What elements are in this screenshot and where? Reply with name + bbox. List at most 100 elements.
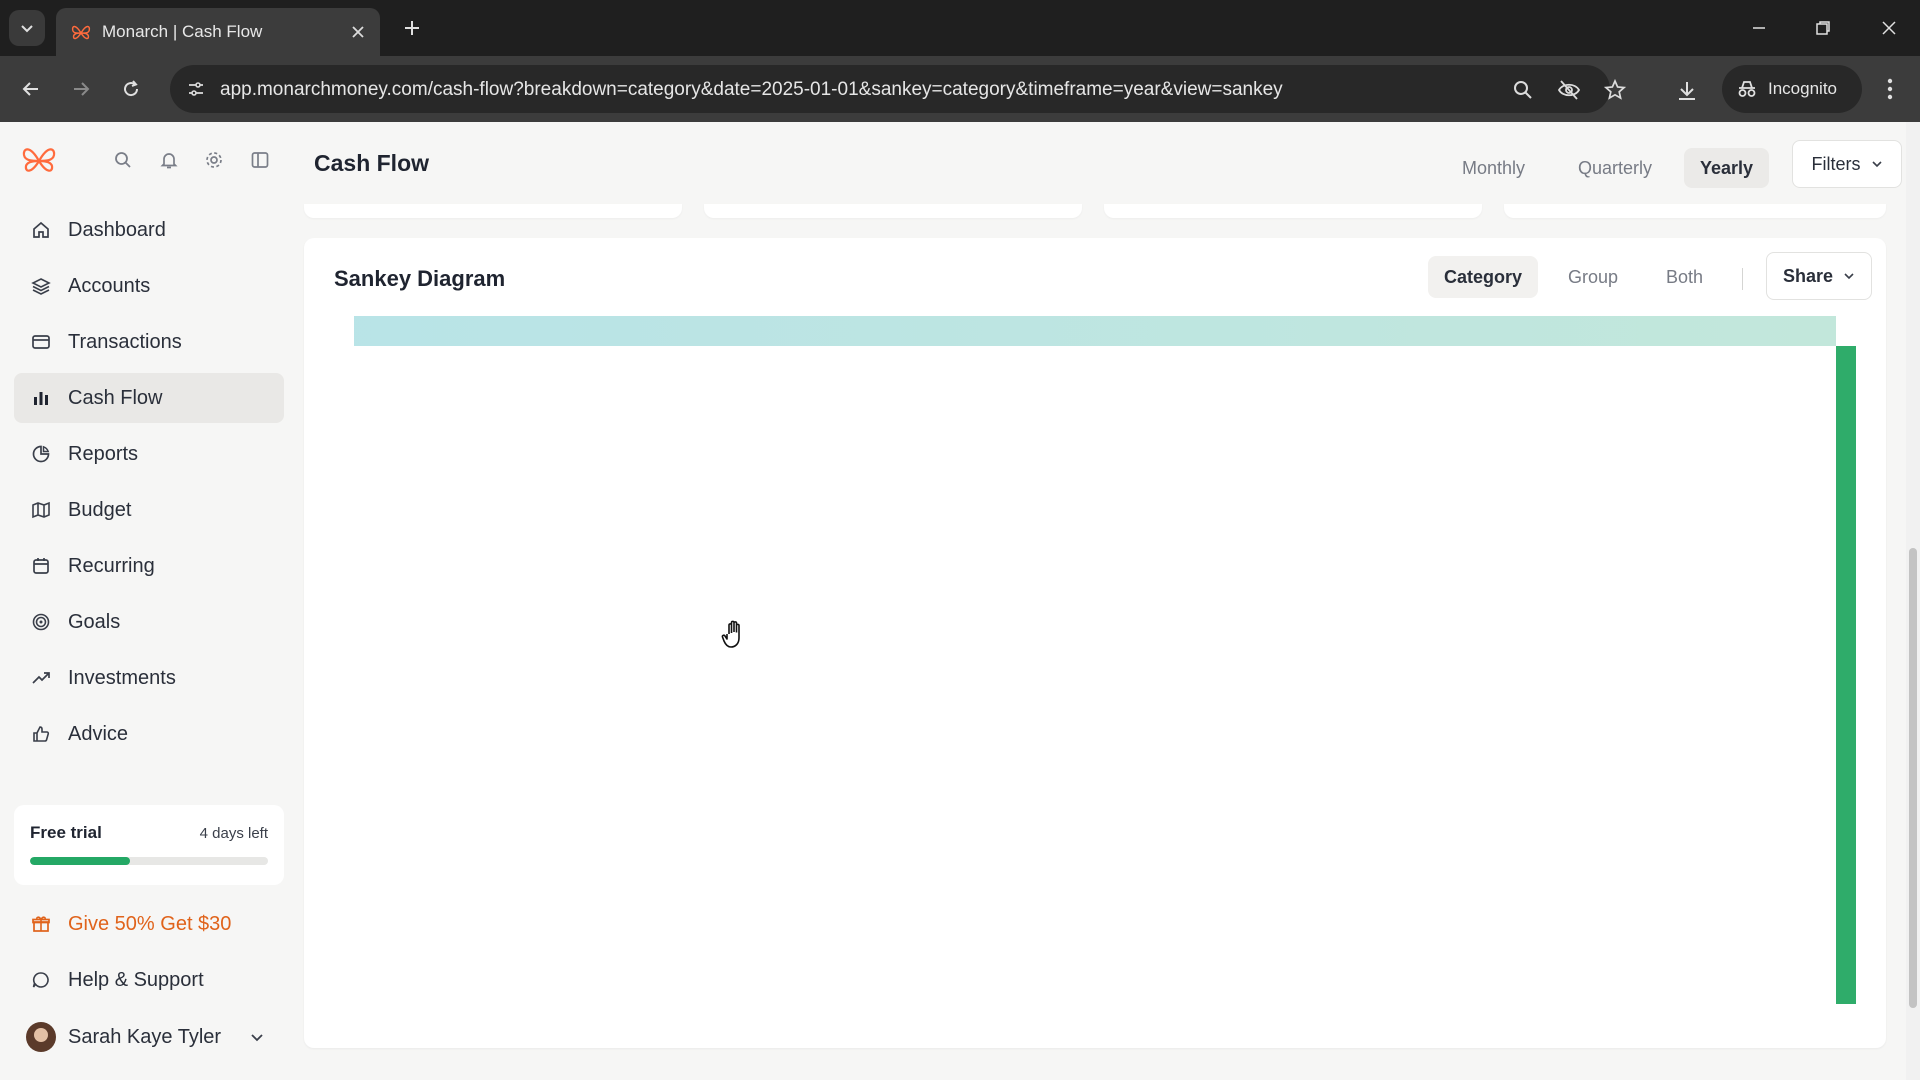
summary-card-3 bbox=[1104, 204, 1482, 218]
monarch-logo-icon[interactable] bbox=[20, 142, 58, 180]
grab-cursor-icon bbox=[721, 620, 740, 648]
search-button[interactable] bbox=[111, 148, 135, 172]
sidebar-toggle-icon bbox=[251, 152, 269, 168]
incognito-indicator[interactable]: Incognito bbox=[1722, 65, 1862, 113]
sidebar-item-transactions[interactable]: Transactions bbox=[14, 317, 284, 367]
segment-divider bbox=[1742, 268, 1743, 290]
bell-icon bbox=[160, 153, 178, 169]
sidebar-item-label: Reports bbox=[68, 442, 139, 465]
sankey-card: Sankey Diagram Category Group Both Share bbox=[304, 238, 1886, 1048]
chevron-down-icon bbox=[1844, 273, 1854, 280]
period-monthly-button[interactable]: Monthly bbox=[1446, 148, 1541, 188]
arrow-left-icon bbox=[22, 82, 38, 96]
site-info-button[interactable] bbox=[184, 77, 208, 101]
sidebar-item-recurring[interactable]: Recurring bbox=[14, 541, 284, 591]
map-icon bbox=[30, 499, 52, 521]
sidebar-item-investments[interactable]: Investments bbox=[14, 653, 284, 703]
reload-button[interactable] bbox=[114, 72, 148, 106]
summary-card-2 bbox=[704, 204, 1082, 218]
filters-button[interactable]: Filters bbox=[1792, 140, 1902, 188]
sankey-diagram[interactable] bbox=[304, 316, 1886, 1036]
eye-off-icon bbox=[1557, 80, 1581, 100]
restore-icon bbox=[1816, 21, 1830, 35]
restore-button[interactable] bbox=[1808, 14, 1838, 42]
downloads-button[interactable] bbox=[1674, 78, 1700, 104]
browser-tab-active[interactable]: Monarch | Cash Flow bbox=[56, 8, 380, 56]
bookmark-button[interactable] bbox=[1602, 77, 1628, 103]
user-menu[interactable]: Sarah Kaye Tyler bbox=[14, 1010, 284, 1064]
back-button[interactable] bbox=[14, 72, 48, 106]
sankey-title: Sankey Diagram bbox=[334, 266, 506, 291]
browser-menu-button[interactable] bbox=[1876, 74, 1904, 104]
plus-icon bbox=[405, 21, 419, 35]
summary-card-1 bbox=[304, 204, 682, 218]
chevron-down-icon bbox=[21, 25, 33, 33]
zoom-button[interactable] bbox=[1510, 77, 1536, 103]
summary-card-4 bbox=[1504, 204, 1886, 218]
sidebar-item-advice[interactable]: Advice bbox=[14, 709, 284, 759]
gear-icon bbox=[206, 152, 222, 168]
close-icon bbox=[352, 26, 364, 38]
referral-link[interactable]: Give 50% Get $30 bbox=[14, 900, 284, 948]
chevron-down-icon bbox=[1871, 161, 1882, 168]
sidebar-item-budget[interactable]: Budget bbox=[14, 485, 284, 535]
minimize-button[interactable] bbox=[1744, 14, 1774, 42]
sankey-mode-group-button[interactable]: Group bbox=[1552, 256, 1634, 298]
close-icon bbox=[1882, 21, 1896, 35]
sidebar-item-label: Advice bbox=[68, 722, 129, 745]
sankey-node[interactable] bbox=[1836, 346, 1856, 1004]
tracking-protection-button[interactable] bbox=[1556, 77, 1582, 103]
sidebar-nav: Dashboard Accounts Transactions Cash Flo… bbox=[14, 205, 284, 765]
pie-chart-icon bbox=[30, 443, 52, 465]
settings-button[interactable] bbox=[202, 148, 226, 172]
arrow-right-icon bbox=[74, 82, 90, 96]
help-support-link[interactable]: Help & Support bbox=[14, 956, 284, 1004]
tab-title: Monarch | Cash Flow bbox=[102, 22, 263, 41]
sidebar-item-dashboard[interactable]: Dashboard bbox=[14, 205, 284, 255]
thumbs-up-icon bbox=[30, 723, 52, 745]
scrollbar-thumb[interactable] bbox=[1909, 548, 1917, 1008]
trial-progress-bar bbox=[30, 857, 268, 865]
sankey-mode-both-button[interactable]: Both bbox=[1650, 256, 1719, 298]
sidebar-item-goals[interactable]: Goals bbox=[14, 597, 284, 647]
share-button[interactable]: Share bbox=[1766, 252, 1872, 300]
tab-search-button[interactable] bbox=[9, 10, 45, 46]
chat-bubble-icon bbox=[30, 969, 52, 991]
page-title: Cash Flow bbox=[314, 150, 430, 176]
sidebar-item-label: Investments bbox=[68, 666, 176, 689]
target-icon bbox=[30, 611, 52, 633]
notifications-button[interactable] bbox=[157, 148, 181, 172]
address-bar[interactable]: app.monarchmoney.com/cash-flow?breakdown… bbox=[170, 65, 1626, 113]
close-window-button[interactable] bbox=[1874, 14, 1904, 42]
sidebar-item-accounts[interactable]: Accounts bbox=[14, 261, 284, 311]
avatar bbox=[26, 1022, 56, 1052]
tab-close-button[interactable] bbox=[346, 20, 370, 44]
calendar-icon bbox=[30, 555, 52, 577]
layers-icon bbox=[30, 275, 52, 297]
collapse-sidebar-button[interactable] bbox=[248, 148, 272, 172]
share-label: Share bbox=[1782, 265, 1834, 286]
search-icon bbox=[115, 152, 131, 168]
sidebar-item-label: Goals bbox=[68, 610, 121, 633]
period-quarterly-button[interactable]: Quarterly bbox=[1562, 148, 1668, 188]
sankey-mode-category-button[interactable]: Category bbox=[1428, 256, 1539, 298]
credit-card-icon bbox=[30, 331, 52, 353]
sankey-flow-link[interactable] bbox=[354, 316, 1836, 346]
gift-icon bbox=[30, 913, 52, 935]
minimize-icon bbox=[1753, 27, 1765, 29]
filters-label: Filters bbox=[1811, 153, 1861, 174]
trial-days-left: 4 days left bbox=[199, 825, 268, 842]
page-scrollbar[interactable] bbox=[1906, 122, 1920, 1080]
new-tab-button[interactable] bbox=[396, 12, 428, 44]
download-icon bbox=[1679, 82, 1695, 100]
trial-title: Free trial bbox=[30, 823, 102, 842]
free-trial-card[interactable]: Free trial 4 days left bbox=[14, 805, 284, 885]
reload-icon bbox=[124, 80, 139, 97]
period-yearly-button[interactable]: Yearly bbox=[1684, 148, 1770, 188]
sidebar: Dashboard Accounts Transactions Cash Flo… bbox=[0, 122, 300, 1080]
chevron-down-icon bbox=[248, 1028, 266, 1046]
sidebar-item-cash-flow[interactable]: Cash Flow bbox=[14, 373, 284, 423]
forward-button[interactable] bbox=[64, 72, 98, 106]
sidebar-item-reports[interactable]: Reports bbox=[14, 429, 284, 479]
sidebar-item-label: Accounts bbox=[68, 274, 151, 297]
